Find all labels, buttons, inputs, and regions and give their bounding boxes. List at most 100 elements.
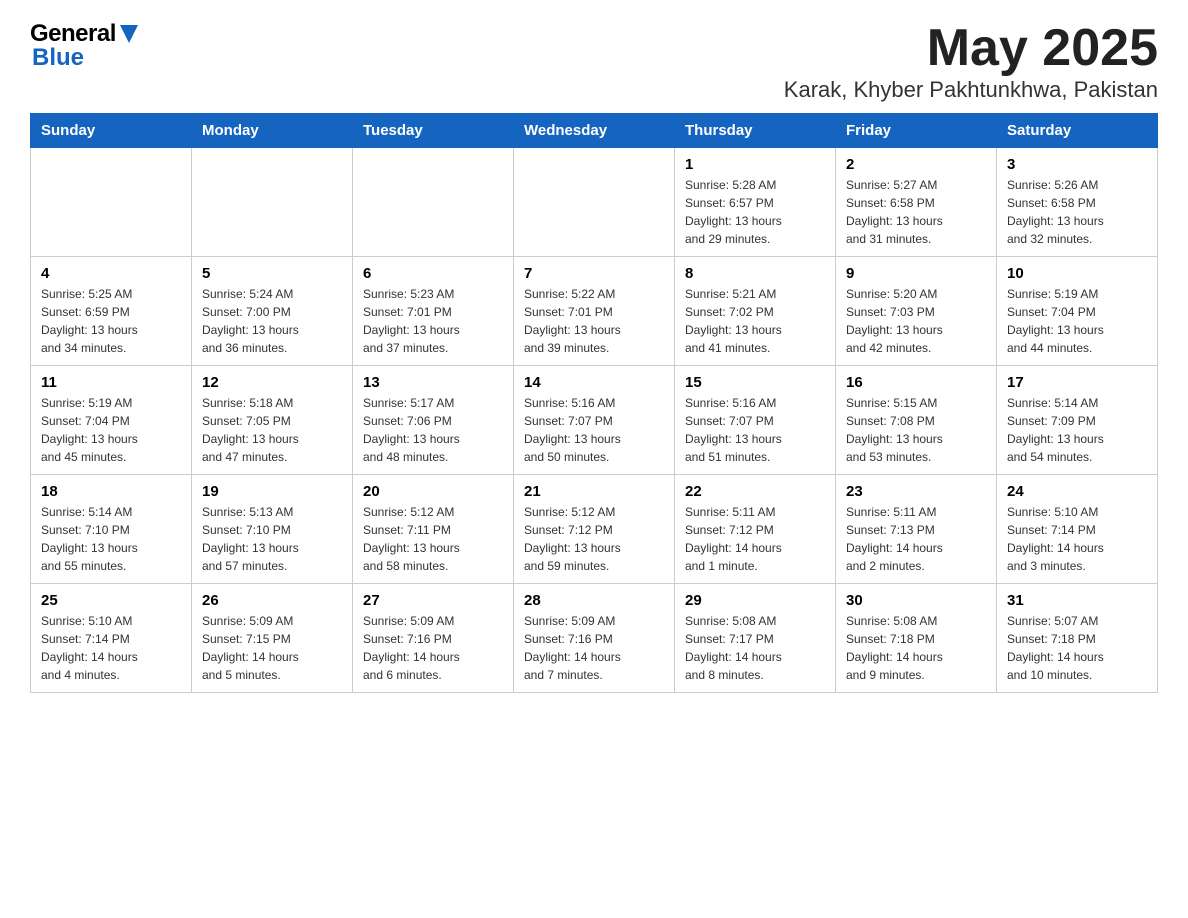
day-info: Sunrise: 5:16 AM Sunset: 7:07 PM Dayligh… xyxy=(685,394,825,466)
calendar-cell xyxy=(31,148,192,257)
calendar-header-row: SundayMondayTuesdayWednesdayThursdayFrid… xyxy=(31,114,1158,148)
day-number: 18 xyxy=(41,483,181,500)
day-info: Sunrise: 5:14 AM Sunset: 7:10 PM Dayligh… xyxy=(41,503,181,575)
calendar-cell: 16 Sunrise: 5:15 AM Sunset: 7:08 PM Dayli… xyxy=(836,366,997,475)
day-number: 10 xyxy=(1007,265,1147,282)
logo-blue-text: Blue xyxy=(32,44,84,72)
day-info: Sunrise: 5:27 AM Sunset: 6:58 PM Dayligh… xyxy=(846,176,986,248)
day-number: 13 xyxy=(363,374,503,391)
day-number: 26 xyxy=(202,592,342,609)
calendar-cell xyxy=(353,148,514,257)
day-number: 25 xyxy=(41,592,181,609)
column-header-tuesday: Tuesday xyxy=(353,114,514,148)
calendar-cell: 11 Sunrise: 5:19 AM Sunset: 7:04 PM Dayli… xyxy=(31,366,192,475)
day-number: 31 xyxy=(1007,592,1147,609)
day-number: 30 xyxy=(846,592,986,609)
day-number: 3 xyxy=(1007,156,1147,173)
day-info: Sunrise: 5:09 AM Sunset: 7:16 PM Dayligh… xyxy=(363,612,503,684)
day-number: 23 xyxy=(846,483,986,500)
calendar-cell: 9 Sunrise: 5:20 AM Sunset: 7:03 PM Daylig… xyxy=(836,257,997,366)
day-number: 12 xyxy=(202,374,342,391)
day-info: Sunrise: 5:25 AM Sunset: 6:59 PM Dayligh… xyxy=(41,285,181,357)
day-number: 16 xyxy=(846,374,986,391)
calendar-week-row: 1 Sunrise: 5:28 AM Sunset: 6:57 PM Daylig… xyxy=(31,148,1158,257)
day-info: Sunrise: 5:11 AM Sunset: 7:13 PM Dayligh… xyxy=(846,503,986,575)
day-info: Sunrise: 5:26 AM Sunset: 6:58 PM Dayligh… xyxy=(1007,176,1147,248)
calendar-cell: 17Sunrise: 5:14 AM Sunset: 7:09 PM Dayli… xyxy=(997,366,1158,475)
day-info: Sunrise: 5:17 AM Sunset: 7:06 PM Dayligh… xyxy=(363,394,503,466)
day-number: 24 xyxy=(1007,483,1147,500)
column-header-thursday: Thursday xyxy=(675,114,836,148)
day-number: 7 xyxy=(524,265,664,282)
day-info: Sunrise: 5:10 AM Sunset: 7:14 PM Dayligh… xyxy=(41,612,181,684)
calendar-cell: 5 Sunrise: 5:24 AM Sunset: 7:00 PM Daylig… xyxy=(192,257,353,366)
day-number: 4 xyxy=(41,265,181,282)
calendar-week-row: 11 Sunrise: 5:19 AM Sunset: 7:04 PM Dayli… xyxy=(31,366,1158,475)
calendar-cell: 6 Sunrise: 5:23 AM Sunset: 7:01 PM Daylig… xyxy=(353,257,514,366)
day-info: Sunrise: 5:24 AM Sunset: 7:00 PM Dayligh… xyxy=(202,285,342,357)
day-number: 27 xyxy=(363,592,503,609)
day-info: Sunrise: 5:08 AM Sunset: 7:18 PM Dayligh… xyxy=(846,612,986,684)
day-number: 9 xyxy=(846,265,986,282)
calendar-cell: 21Sunrise: 5:12 AM Sunset: 7:12 PM Dayli… xyxy=(514,475,675,584)
day-info: Sunrise: 5:09 AM Sunset: 7:16 PM Dayligh… xyxy=(524,612,664,684)
calendar-cell: 10 Sunrise: 5:19 AM Sunset: 7:04 PM Dayli… xyxy=(997,257,1158,366)
title-block: May 2025 Karak, Khyber Pakhtunkhwa, Paki… xyxy=(784,20,1158,103)
column-header-wednesday: Wednesday xyxy=(514,114,675,148)
day-number: 14 xyxy=(524,374,664,391)
day-info: Sunrise: 5:23 AM Sunset: 7:01 PM Dayligh… xyxy=(363,285,503,357)
day-number: 22 xyxy=(685,483,825,500)
day-info: Sunrise: 5:19 AM Sunset: 7:04 PM Dayligh… xyxy=(41,394,181,466)
calendar-week-row: 25 Sunrise: 5:10 AM Sunset: 7:14 PM Dayli… xyxy=(31,584,1158,693)
calendar-cell: 8Sunrise: 5:21 AM Sunset: 7:02 PM Daylig… xyxy=(675,257,836,366)
calendar-cell: 28 Sunrise: 5:09 AM Sunset: 7:16 PM Dayli… xyxy=(514,584,675,693)
day-info: Sunrise: 5:07 AM Sunset: 7:18 PM Dayligh… xyxy=(1007,612,1147,684)
calendar-cell: 27 Sunrise: 5:09 AM Sunset: 7:16 PM Dayli… xyxy=(353,584,514,693)
calendar-cell: 4 Sunrise: 5:25 AM Sunset: 6:59 PM Daylig… xyxy=(31,257,192,366)
day-info: Sunrise: 5:14 AM Sunset: 7:09 PM Dayligh… xyxy=(1007,394,1147,466)
calendar-cell: 23 Sunrise: 5:11 AM Sunset: 7:13 PM Dayli… xyxy=(836,475,997,584)
day-info: Sunrise: 5:12 AM Sunset: 7:11 PM Dayligh… xyxy=(363,503,503,575)
calendar-cell: 7Sunrise: 5:22 AM Sunset: 7:01 PM Daylig… xyxy=(514,257,675,366)
day-number: 11 xyxy=(41,374,181,391)
day-info: Sunrise: 5:16 AM Sunset: 7:07 PM Dayligh… xyxy=(524,394,664,466)
calendar-cell: 2 Sunrise: 5:27 AM Sunset: 6:58 PM Daylig… xyxy=(836,148,997,257)
calendar-cell: 22 Sunrise: 5:11 AM Sunset: 7:12 PM Dayli… xyxy=(675,475,836,584)
calendar-cell: 25 Sunrise: 5:10 AM Sunset: 7:14 PM Dayli… xyxy=(31,584,192,693)
calendar-subtitle: Karak, Khyber Pakhtunkhwa, Pakistan xyxy=(784,77,1158,103)
day-number: 28 xyxy=(524,592,664,609)
calendar-cell: 15 Sunrise: 5:16 AM Sunset: 7:07 PM Dayli… xyxy=(675,366,836,475)
day-info: Sunrise: 5:19 AM Sunset: 7:04 PM Dayligh… xyxy=(1007,285,1147,357)
day-info: Sunrise: 5:09 AM Sunset: 7:15 PM Dayligh… xyxy=(202,612,342,684)
calendar-week-row: 4 Sunrise: 5:25 AM Sunset: 6:59 PM Daylig… xyxy=(31,257,1158,366)
day-number: 15 xyxy=(685,374,825,391)
day-number: 5 xyxy=(202,265,342,282)
calendar-cell: 24 Sunrise: 5:10 AM Sunset: 7:14 PM Dayli… xyxy=(997,475,1158,584)
column-header-sunday: Sunday xyxy=(31,114,192,148)
logo: General Blue xyxy=(30,20,138,72)
day-info: Sunrise: 5:10 AM Sunset: 7:14 PM Dayligh… xyxy=(1007,503,1147,575)
calendar-cell xyxy=(192,148,353,257)
day-number: 21 xyxy=(524,483,664,500)
calendar-cell: 13 Sunrise: 5:17 AM Sunset: 7:06 PM Dayli… xyxy=(353,366,514,475)
column-header-saturday: Saturday xyxy=(997,114,1158,148)
day-number: 1 xyxy=(685,156,825,173)
calendar-cell: 26 Sunrise: 5:09 AM Sunset: 7:15 PM Dayli… xyxy=(192,584,353,693)
day-info: Sunrise: 5:11 AM Sunset: 7:12 PM Dayligh… xyxy=(685,503,825,575)
day-info: Sunrise: 5:28 AM Sunset: 6:57 PM Dayligh… xyxy=(685,176,825,248)
page-header: General Blue May 2025 Karak, Khyber Pakh… xyxy=(30,20,1158,103)
calendar-cell: 3 Sunrise: 5:26 AM Sunset: 6:58 PM Daylig… xyxy=(997,148,1158,257)
day-number: 8 xyxy=(685,265,825,282)
day-info: Sunrise: 5:08 AM Sunset: 7:17 PM Dayligh… xyxy=(685,612,825,684)
calendar-week-row: 18 Sunrise: 5:14 AM Sunset: 7:10 PM Dayli… xyxy=(31,475,1158,584)
day-number: 6 xyxy=(363,265,503,282)
day-number: 19 xyxy=(202,483,342,500)
calendar-cell: 18 Sunrise: 5:14 AM Sunset: 7:10 PM Dayli… xyxy=(31,475,192,584)
calendar-table: SundayMondayTuesdayWednesdayThursdayFrid… xyxy=(30,113,1158,693)
day-info: Sunrise: 5:15 AM Sunset: 7:08 PM Dayligh… xyxy=(846,394,986,466)
calendar-cell: 19Sunrise: 5:13 AM Sunset: 7:10 PM Dayli… xyxy=(192,475,353,584)
calendar-cell xyxy=(514,148,675,257)
day-number: 2 xyxy=(846,156,986,173)
day-info: Sunrise: 5:20 AM Sunset: 7:03 PM Dayligh… xyxy=(846,285,986,357)
calendar-cell: 20Sunrise: 5:12 AM Sunset: 7:11 PM Dayli… xyxy=(353,475,514,584)
